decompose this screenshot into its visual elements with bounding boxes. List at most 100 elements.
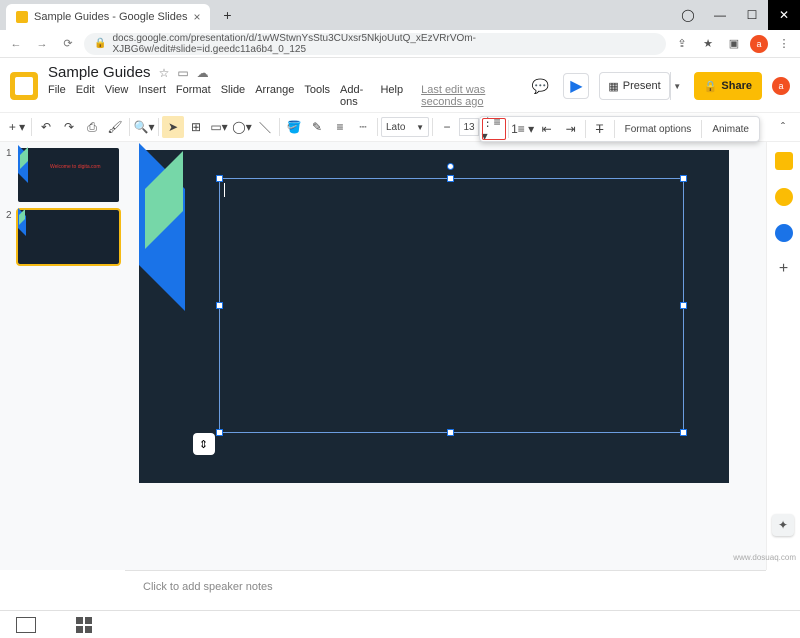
redo-button[interactable]: ↷ xyxy=(58,116,80,138)
star-outline-icon[interactable]: ☆ xyxy=(159,66,170,80)
slides-appbar: Sample Guides ☆ ▭ ☁ File Edit View Inser… xyxy=(0,58,800,108)
menu-insert[interactable]: Insert xyxy=(138,84,166,108)
menu-addons[interactable]: Add-ons xyxy=(340,84,370,108)
tab-close-icon[interactable]: × xyxy=(193,10,200,24)
menu-view[interactable]: View xyxy=(105,84,129,108)
present-button[interactable]: ▦ Present xyxy=(599,72,669,100)
border-dash-button[interactable]: ┄ xyxy=(352,116,374,138)
image-tool[interactable]: ▭▾ xyxy=(208,116,230,138)
window-close-button[interactable]: ✕ xyxy=(768,0,800,30)
select-tool[interactable]: ➤ xyxy=(162,116,184,138)
resize-handle-ne[interactable] xyxy=(680,175,687,182)
maximize-button[interactable]: ☐ xyxy=(736,0,768,30)
last-edit-link[interactable]: Last edit was seconds ago xyxy=(421,84,517,108)
collapse-toolbar-icon[interactable]: ˆ xyxy=(772,116,794,138)
fill-color-button[interactable]: 🪣 xyxy=(283,116,305,138)
share-button[interactable]: 🔒 Share xyxy=(694,72,762,100)
url-text: docs.google.com/presentation/d/1wWStwnYs… xyxy=(112,33,656,55)
rotate-handle[interactable] xyxy=(447,163,454,170)
new-tab-button[interactable]: + xyxy=(218,6,236,24)
thumb-number: 1 xyxy=(6,148,14,202)
menu-tools[interactable]: Tools xyxy=(304,84,330,108)
lock-icon: 🔒 xyxy=(94,38,106,49)
slideshow-button[interactable]: ▶ xyxy=(563,73,589,99)
print-button[interactable]: ⎙ xyxy=(81,116,103,138)
thumbnail-2[interactable]: 2 xyxy=(6,210,119,264)
animate-button[interactable]: Animate xyxy=(704,124,757,135)
watermark: www.dosuaq.com xyxy=(733,553,796,562)
new-slide-button[interactable]: + ▾ xyxy=(6,116,28,138)
textbox-tool[interactable]: ⊞ xyxy=(185,116,207,138)
slide-stage[interactable]: ⇕ xyxy=(139,150,729,483)
shape-tool[interactable]: ◯▾ xyxy=(231,116,253,138)
font-size-input[interactable]: 13 xyxy=(459,118,479,136)
menu-slide[interactable]: Slide xyxy=(221,84,245,108)
add-addon-icon[interactable]: + xyxy=(779,260,788,278)
account-avatar[interactable]: a xyxy=(772,77,790,95)
menu-help[interactable]: Help xyxy=(380,84,403,108)
reload-button[interactable]: ⟳ xyxy=(58,37,78,50)
tasks-icon[interactable] xyxy=(775,224,793,242)
slides-logo-icon[interactable] xyxy=(10,72,38,100)
slide-canvas[interactable]: ⇕ xyxy=(125,142,742,570)
url-field[interactable]: 🔒 docs.google.com/presentation/d/1wWStwn… xyxy=(84,33,666,55)
doc-title[interactable]: Sample Guides xyxy=(48,64,151,81)
undo-button[interactable]: ↶ xyxy=(35,116,57,138)
profile-avatar[interactable]: a xyxy=(750,35,768,53)
menu-arrange[interactable]: Arrange xyxy=(255,84,294,108)
cloud-status-icon[interactable]: ☁ xyxy=(197,66,209,80)
border-weight-button[interactable]: ≡ xyxy=(329,116,351,138)
folder-move-icon[interactable]: ▭ xyxy=(177,66,188,80)
speaker-notes[interactable]: Click to add speaker notes xyxy=(125,570,766,610)
menu-bar: File Edit View Insert Format Slide Arran… xyxy=(48,84,517,108)
slide-thumbnails: 1 Welcome to digita.com 2 xyxy=(0,142,125,570)
browser-menu-icon[interactable]: ⋮ xyxy=(774,37,794,50)
line-tool[interactable]: ＼ xyxy=(254,116,276,138)
text-overflow-indicator[interactable]: ⇕ xyxy=(193,433,215,455)
minimize-button[interactable]: — xyxy=(704,0,736,30)
format-options-button[interactable]: Format options xyxy=(617,124,700,135)
clear-formatting-button[interactable]: T xyxy=(588,118,612,140)
indent-increase-button[interactable]: ⇥ xyxy=(559,118,583,140)
lock-icon: 🔒 xyxy=(704,80,718,93)
resize-handle-se[interactable] xyxy=(680,429,687,436)
menu-format[interactable]: Format xyxy=(176,84,211,108)
share-label: Share xyxy=(721,80,752,92)
cast-icon[interactable]: ▣ xyxy=(724,37,744,50)
border-color-button[interactable]: ✎ xyxy=(306,116,328,138)
keep-notes-icon[interactable] xyxy=(775,188,793,206)
workspace: 1 Welcome to digita.com 2 xyxy=(0,142,800,570)
zoom-button[interactable]: 🔍▾ xyxy=(133,116,155,138)
indent-decrease-button[interactable]: ⇤ xyxy=(535,118,559,140)
present-dropdown[interactable]: ▼ xyxy=(670,72,684,100)
resize-handle-sw[interactable] xyxy=(216,429,223,436)
share-page-icon[interactable]: ⇪ xyxy=(672,37,692,50)
menu-edit[interactable]: Edit xyxy=(76,84,95,108)
menu-file[interactable]: File xyxy=(48,84,66,108)
bulleted-list-button[interactable]: ⋮≡ ▾ xyxy=(482,118,506,140)
text-box-selected[interactable] xyxy=(219,178,684,433)
thumbnail-1[interactable]: 1 Welcome to digita.com xyxy=(6,148,119,202)
browser-tab[interactable]: Sample Guides - Google Slides × xyxy=(6,4,210,30)
paint-format-button[interactable]: 🖌 xyxy=(104,116,126,138)
font-size-minus[interactable]: − xyxy=(436,116,458,138)
back-button[interactable]: ← xyxy=(6,38,26,50)
resize-handle-nw[interactable] xyxy=(216,175,223,182)
bookmark-star-icon[interactable]: ★ xyxy=(698,37,718,50)
present-label: Present xyxy=(623,80,661,92)
explore-button[interactable]: ✦ xyxy=(772,514,794,536)
window-titlebar: Sample Guides - Google Slides × + ◯ — ☐ … xyxy=(0,0,800,30)
settings-dot-icon[interactable]: ◯ xyxy=(672,0,704,30)
resize-handle-w[interactable] xyxy=(216,302,223,309)
numbered-list-button[interactable]: 1≡ ▾ xyxy=(511,118,535,140)
resize-handle-s[interactable] xyxy=(447,429,454,436)
thumb-text: Welcome to digita.com xyxy=(50,164,100,170)
keep-icon[interactable] xyxy=(775,152,793,170)
font-selector[interactable]: Lato▼ xyxy=(381,117,429,137)
resize-handle-e[interactable] xyxy=(680,302,687,309)
grid-view-icon[interactable] xyxy=(76,617,92,633)
resize-handle-n[interactable] xyxy=(447,175,454,182)
present-icon: ▦ xyxy=(608,80,618,93)
filmstrip-view-icon[interactable] xyxy=(16,617,36,633)
comments-icon[interactable]: 💬 xyxy=(527,73,553,99)
